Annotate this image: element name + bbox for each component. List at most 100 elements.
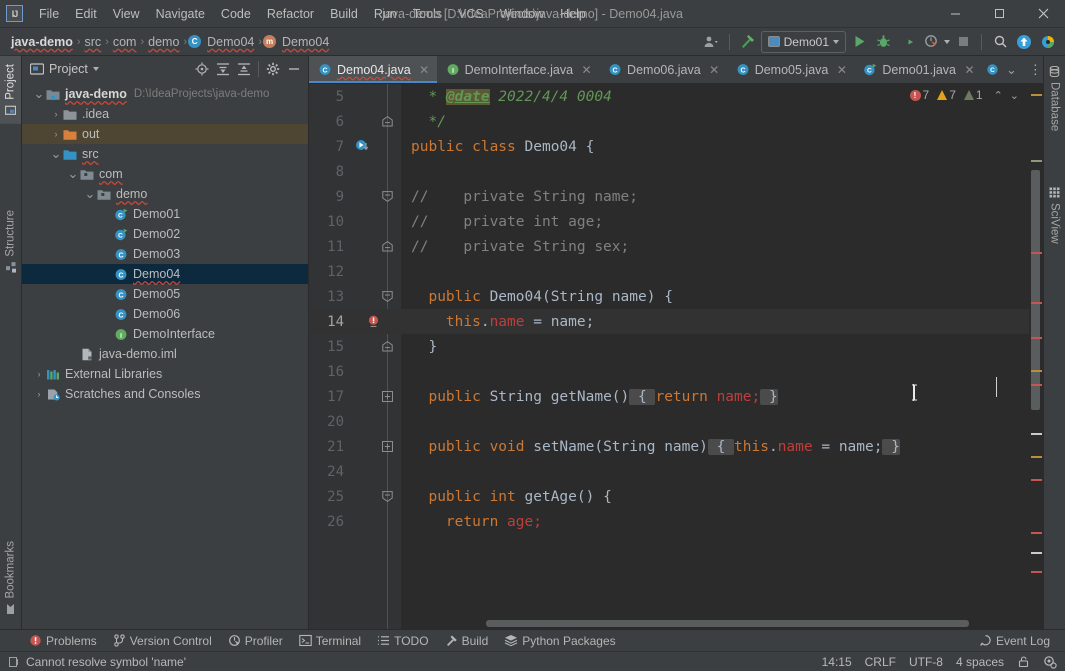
code-line[interactable]: return age; (401, 509, 1029, 534)
tree-item-com[interactable]: ⌄com (22, 164, 308, 184)
bottom-tab-version-control[interactable]: Version Control (106, 633, 219, 649)
gutter-row[interactable]: 20 (309, 409, 401, 434)
warning-count[interactable]: 7 (937, 88, 956, 102)
run-class-gutter-icon[interactable] (355, 139, 370, 154)
tree-item--idea[interactable]: ›.idea (22, 104, 308, 124)
maximize-button[interactable] (977, 0, 1021, 28)
gutter-row[interactable]: 12 (309, 259, 401, 284)
hide-panel-button[interactable] (284, 59, 304, 79)
tree-item-demo06[interactable]: CDemo06 (22, 304, 308, 324)
gutter-row[interactable]: 15 (309, 334, 401, 359)
close-tab-icon[interactable]: ✕ (419, 63, 430, 77)
gutter-row[interactable]: 11 (309, 234, 401, 259)
code-line[interactable]: // private String sex; (401, 234, 1029, 259)
tree-item-demo01[interactable]: CDemo01 (22, 204, 308, 224)
bottom-tab-terminal[interactable]: Terminal (292, 633, 368, 649)
code-line[interactable]: // private String name; (401, 184, 1029, 209)
tree-item-demo04[interactable]: CDemo04 (22, 264, 308, 284)
previous-problem-icon[interactable]: ⌃ (992, 89, 1005, 102)
close-tab-icon[interactable]: ✕ (581, 63, 592, 77)
profiler-button[interactable] (920, 31, 942, 53)
editor-tab-demo05-java[interactable]: CDemo05.java✕ (727, 56, 855, 83)
gutter-row[interactable]: 8 (309, 159, 401, 184)
ide-assistant-button[interactable] (1037, 31, 1059, 53)
error-gutter-icon[interactable] (367, 315, 380, 328)
tree-item-java-demo-iml[interactable]: java-demo.iml (22, 344, 308, 364)
fold-expand-icon[interactable] (381, 390, 394, 403)
editor-gutter[interactable]: 5678910111213141516172021242526 (309, 84, 401, 629)
file-encoding[interactable]: UTF-8 (909, 655, 943, 669)
sidebar-item-database[interactable]: Database (1044, 56, 1065, 139)
gutter-row[interactable]: 9 (309, 184, 401, 209)
code-line[interactable] (401, 459, 1029, 484)
gutter-row[interactable]: 7 (309, 134, 401, 159)
event-log-button[interactable]: Event Log (972, 633, 1057, 649)
gutter-row[interactable]: 10 (309, 209, 401, 234)
close-tab-icon[interactable]: ✕ (709, 63, 720, 77)
code-line[interactable]: public String getName() { return name; } (401, 384, 1029, 409)
bottom-tab-python-packages[interactable]: Python Packages (497, 633, 622, 649)
sidebar-item-structure[interactable]: Structure (0, 202, 21, 281)
fold-expand-icon[interactable] (381, 440, 394, 453)
close-tab-icon[interactable]: ✕ (964, 63, 975, 77)
menu-edit[interactable]: Edit (67, 5, 105, 23)
tree-item-demo03[interactable]: CDemo03 (22, 244, 308, 264)
code-line[interactable] (401, 259, 1029, 284)
run-with-coverage-button[interactable] (896, 31, 918, 53)
scrollbar-thumb[interactable] (1031, 170, 1040, 410)
bottom-tab-build[interactable]: Build (438, 633, 496, 649)
code-line[interactable]: public int getAge() { (401, 484, 1029, 509)
gutter-row[interactable]: 16 (309, 359, 401, 384)
fold-end-icon[interactable] (381, 240, 394, 253)
tree-item-java-demo[interactable]: ⌄java-demoD:\IdeaProjects\java-demo (22, 84, 308, 104)
inspections-widget[interactable]: ! 7 7 1 ⌃ ⌄ (910, 88, 1022, 102)
horizontal-scrollbar[interactable] (486, 620, 969, 627)
code-line[interactable] (401, 159, 1029, 184)
tab-list-chevron-down-icon[interactable]: ⌄ (1001, 62, 1022, 78)
gutter-row[interactable]: 25 (309, 484, 401, 509)
bottom-tab-todo[interactable]: TODO (370, 633, 435, 649)
update-project-button[interactable] (1013, 31, 1035, 53)
unlocked-icon[interactable] (1017, 655, 1030, 668)
tree-item-scratches-and-consoles[interactable]: ›Scratches and Consoles (22, 384, 308, 404)
menu-build[interactable]: Build (322, 5, 366, 23)
code-line[interactable]: public class Demo04 { (401, 134, 1029, 159)
tree-expanded-arrow-icon[interactable]: ⌄ (32, 91, 46, 97)
project-settings-button[interactable] (263, 59, 283, 79)
menu-tools[interactable]: Tools (405, 5, 450, 23)
gutter-row[interactable]: 13 (309, 284, 401, 309)
menu-help[interactable]: Help (552, 5, 594, 23)
breadcrumb-item-class[interactable]: Demo04 (204, 34, 257, 50)
code-line[interactable]: public void setName(String name) { this.… (401, 434, 1029, 459)
inspection-widget-icon[interactable] (8, 656, 20, 668)
select-opened-file-button[interactable] (192, 59, 212, 79)
gutter-row[interactable]: 5 (309, 84, 401, 109)
editor-tab-demo04-java[interactable]: CDemo04.java✕ (309, 56, 437, 83)
tab-more-vertical-icon[interactable]: ⋮ (1024, 66, 1043, 74)
tree-expanded-arrow-icon[interactable]: ⌄ (66, 171, 80, 177)
breadcrumb-item-demo[interactable]: demo (145, 34, 182, 50)
fold-end-icon[interactable] (381, 340, 394, 353)
tree-item-src[interactable]: ⌄src (22, 144, 308, 164)
run-button[interactable] (848, 31, 870, 53)
stop-button[interactable] (952, 31, 974, 53)
editor-scrollbar[interactable] (1029, 84, 1043, 629)
user-settings-button[interactable] (700, 31, 722, 53)
editor-tab-demo06-java[interactable]: CDemo06.java✕ (599, 56, 727, 83)
sidebar-item-sciview[interactable]: SciView (1044, 179, 1065, 252)
profiler-chevron-down-icon[interactable] (944, 40, 950, 44)
tree-collapsed-arrow-icon[interactable]: › (32, 369, 46, 379)
menu-code[interactable]: Code (213, 5, 259, 23)
expand-all-button[interactable] (213, 59, 233, 79)
weak-warning-count[interactable]: 1 (964, 88, 983, 102)
fold-collapse-icon[interactable] (381, 190, 394, 203)
search-everywhere-button[interactable] (989, 31, 1011, 53)
next-problem-icon[interactable]: ⌄ (1008, 89, 1021, 102)
debug-button[interactable] (872, 31, 894, 53)
sidebar-item-bookmarks[interactable]: Bookmarks (0, 533, 21, 623)
bottom-tab-problems[interactable]: Problems (22, 633, 104, 649)
gutter-row[interactable]: 6 (309, 109, 401, 134)
tree-collapsed-arrow-icon[interactable]: › (49, 129, 63, 139)
editor-tab-demo01-java[interactable]: CDemo01.java✕ (854, 56, 982, 83)
menu-refactor[interactable]: Refactor (259, 5, 322, 23)
